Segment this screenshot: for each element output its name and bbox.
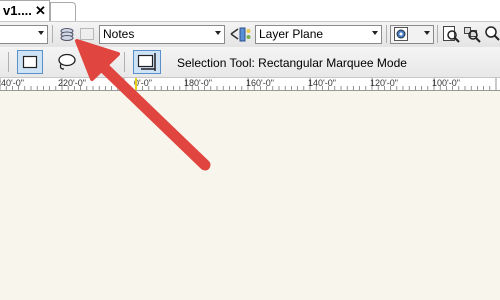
- red-arrow-annotation: [75, 39, 211, 171]
